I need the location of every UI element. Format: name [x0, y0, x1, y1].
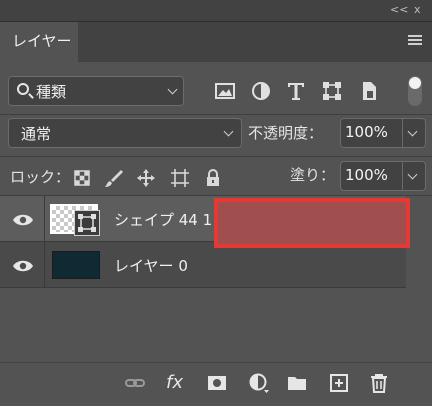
fx-icon[interactable]: fx — [166, 372, 192, 394]
lock-transparent-icon[interactable] — [72, 168, 92, 188]
shape-filter-icon[interactable] — [321, 80, 343, 102]
divider — [402, 162, 403, 190]
tab-layers[interactable]: レイヤー — [0, 22, 78, 62]
opacity-value: 100% — [345, 123, 388, 141]
fill-field[interactable]: 100% — [340, 161, 426, 191]
layer-thumbnail[interactable] — [52, 251, 100, 279]
image-filter-icon[interactable] — [214, 80, 236, 102]
chevron-down-icon[interactable] — [407, 126, 418, 137]
vector-mask-icon — [74, 210, 100, 236]
scrollbar[interactable] — [408, 196, 432, 362]
mask-icon[interactable] — [206, 372, 228, 394]
smart-object-filter-icon[interactable] — [358, 80, 380, 102]
divider — [402, 119, 403, 147]
lock-move-icon[interactable] — [136, 168, 156, 188]
chevron-down-icon — [167, 84, 178, 95]
fill-label: 塗り： — [290, 166, 336, 184]
adjustment-filter-icon[interactable] — [250, 80, 272, 102]
lock-brush-icon[interactable] — [104, 168, 124, 188]
chevron-down-icon[interactable] — [407, 169, 418, 180]
eye-icon[interactable] — [12, 212, 34, 226]
trash-icon[interactable] — [368, 372, 390, 394]
chevron-down-icon — [223, 126, 234, 137]
close-panel-button[interactable]: x — [414, 3, 421, 17]
link-icon[interactable] — [124, 372, 146, 394]
divider — [0, 114, 432, 115]
folder-icon[interactable] — [286, 372, 308, 394]
layer-name[interactable]: レイヤー 0 — [114, 255, 188, 276]
search-icon — [17, 83, 29, 95]
layer-name[interactable]: シェイプ 44 1 — [114, 209, 212, 230]
filter-toggle[interactable] — [408, 76, 422, 106]
highlight-box — [214, 198, 410, 248]
divider — [44, 242, 45, 288]
blend-mode-select[interactable]: 通常 — [8, 118, 242, 148]
opacity-label: 不透明度： — [248, 124, 324, 142]
panel-title-bar: << x — [0, 0, 432, 22]
filter-kind-label: 種類 — [36, 83, 67, 101]
hamburger-icon[interactable] — [408, 35, 422, 47]
lock-all-icon[interactable] — [203, 168, 223, 188]
divider — [0, 156, 432, 157]
lock-artboard-icon[interactable] — [170, 168, 190, 188]
layer-row-background[interactable]: レイヤー 0 — [0, 242, 406, 288]
lock-label: ロック： — [10, 168, 71, 186]
eye-icon[interactable] — [12, 258, 34, 272]
adjustment-icon[interactable] — [248, 372, 270, 394]
opacity-field[interactable]: 100% — [340, 118, 426, 148]
filter-kind-select[interactable]: 種類 — [8, 76, 184, 106]
new-layer-icon[interactable] — [328, 372, 350, 394]
divider — [44, 196, 45, 242]
type-filter-icon[interactable] — [285, 80, 307, 102]
collapse-panel-button[interactable]: << — [390, 3, 408, 17]
fill-value: 100% — [345, 166, 388, 184]
blend-mode-value: 通常 — [21, 125, 52, 143]
panel-tab-row: レイヤー — [0, 22, 432, 62]
